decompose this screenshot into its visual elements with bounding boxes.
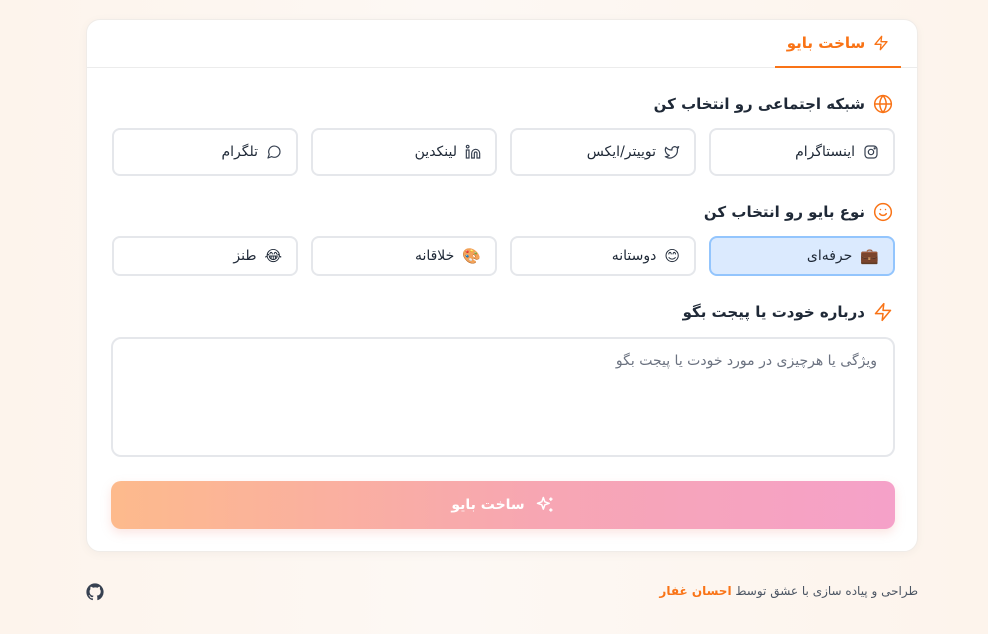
- github-icon[interactable]: [86, 583, 104, 601]
- about-section-title: درباره خودت یا پیجت بگو: [683, 302, 893, 322]
- social-option-telegram[interactable]: تلگرام: [112, 128, 298, 176]
- option-label: حرفه‌ای: [806, 248, 853, 264]
- footer-text: طراحی و پیاده سازی با عشق توسط: [735, 584, 918, 598]
- twitter-icon: [664, 144, 680, 160]
- option-label: تلگرام: [221, 144, 258, 160]
- social-options: اینستاگرام توییتر/ایکس لینکدین تلگرام: [111, 128, 895, 176]
- message-circle-icon: [266, 144, 282, 160]
- tab-bar: ساخت بایو: [87, 20, 917, 68]
- option-label: اینستاگرام: [795, 144, 855, 160]
- smiling-face-icon: 😊: [664, 247, 680, 265]
- social-title-text: شبکه اجتماعی رو انتخاب کن: [653, 95, 865, 113]
- bio-generator-card: ساخت بایو شبکه اجتماعی رو انتخاب کن اینس…: [86, 19, 918, 552]
- social-section-title: شبکه اجتماعی رو انتخاب کن: [654, 94, 893, 114]
- author-link[interactable]: احسان غفار: [659, 584, 731, 598]
- bio-type-option-professional[interactable]: 💼 حرفه‌ای: [709, 236, 895, 276]
- create-bio-label: ساخت بایو: [451, 497, 525, 513]
- tab-label: ساخت بایو: [786, 34, 866, 52]
- briefcase-icon: 💼: [860, 247, 879, 265]
- tab-create-bio[interactable]: ساخت بایو: [775, 20, 901, 68]
- option-label: طنز: [233, 248, 257, 264]
- option-label: توییتر/ایکس: [586, 144, 656, 160]
- globe-icon: [873, 94, 893, 114]
- social-option-linkedin[interactable]: لینکدین: [311, 128, 497, 176]
- option-label: دوستانه: [611, 248, 657, 264]
- about-title-text: درباره خودت یا پیجت بگو: [682, 303, 865, 321]
- bio-type-section-title: نوع بایو رو انتخاب کن: [704, 202, 893, 222]
- social-option-twitter[interactable]: توییتر/ایکس: [510, 128, 696, 176]
- bio-type-options: 💼 حرفه‌ای 😊 دوستانه 🎨 خلاقانه 😂 طنز: [111, 236, 895, 276]
- bio-type-option-humor[interactable]: 😂 طنز: [112, 236, 298, 276]
- zap-icon: [873, 302, 893, 322]
- smile-icon: [873, 202, 893, 222]
- laughing-face-icon: 😂: [264, 247, 282, 265]
- bio-type-option-creative[interactable]: 🎨 خلاقانه: [311, 236, 497, 276]
- option-label: خلاقانه: [414, 248, 455, 264]
- create-bio-button[interactable]: ساخت بایو: [111, 481, 895, 529]
- zap-icon: [873, 35, 889, 51]
- linkedin-icon: [465, 144, 481, 160]
- option-label: لینکدین: [414, 144, 457, 160]
- sparkles-icon: [535, 495, 555, 515]
- social-option-instagram[interactable]: اینستاگرام: [709, 128, 895, 176]
- palette-icon: 🎨: [462, 247, 481, 265]
- bio-type-title-text: نوع بایو رو انتخاب کن: [703, 203, 865, 221]
- bio-type-option-friendly[interactable]: 😊 دوستانه: [510, 236, 696, 276]
- about-input[interactable]: [111, 337, 895, 457]
- footer-credit: طراحی و پیاده سازی با عشق توسط احسان غفا…: [659, 584, 918, 598]
- instagram-icon: [863, 144, 879, 160]
